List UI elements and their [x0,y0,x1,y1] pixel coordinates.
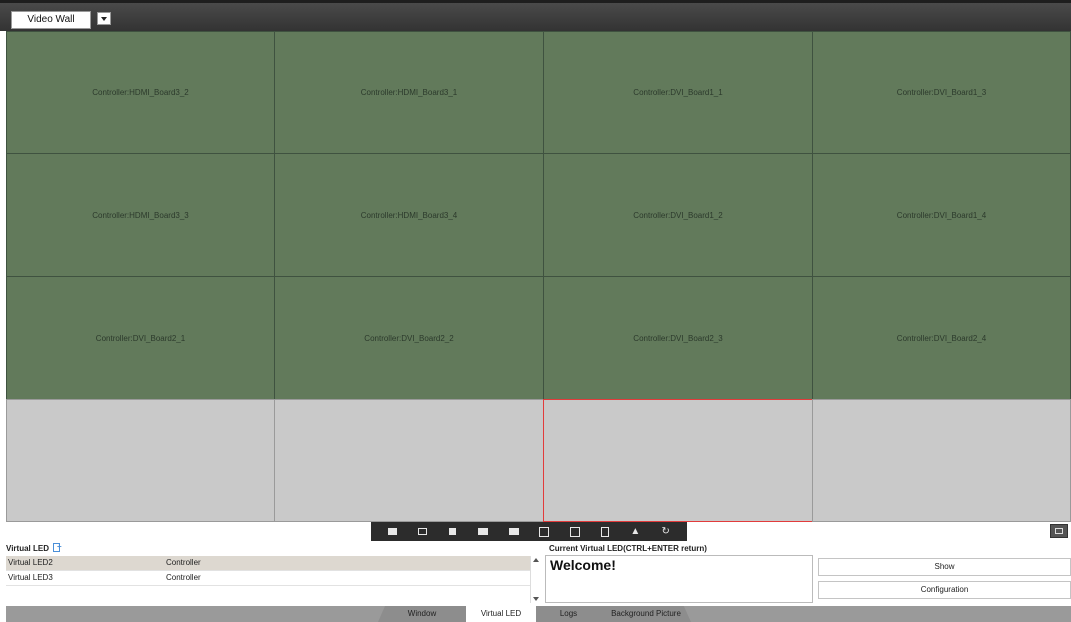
layers-icon[interactable] [446,526,460,538]
wall-cell[interactable]: Controller:DVI_Board1_1 [543,31,813,154]
screenshot-icon[interactable] [385,526,399,538]
configuration-button[interactable]: Configuration [818,581,1071,599]
wall-cell[interactable]: Controller:HDMI_Board3_2 [6,31,275,154]
wall-cell[interactable]: Controller:DVI_Board1_4 [812,153,1071,277]
virtual-led-list: Virtual LED2 Controller Virtual LED3 Con… [6,556,530,603]
wall-cell-selected[interactable] [543,399,813,522]
top-bar: Video Wall [0,0,1071,31]
wall-toolbar: ▲ ↻ [371,522,687,541]
tab-logs[interactable]: Logs [536,606,601,622]
video-wall-select[interactable]: Video Wall [11,11,91,29]
tab-bar: Window Virtual LED Logs Background Pictu… [6,606,1071,622]
split-icon[interactable] [537,526,551,538]
refresh-icon[interactable]: ↻ [659,526,673,538]
add-led-icon[interactable] [52,541,62,552]
virtual-led-title: Virtual LED [6,544,49,553]
tab-window[interactable]: Window [378,606,466,622]
wall-cell[interactable]: Controller:DVI_Board2_4 [812,276,1071,400]
wall-cell[interactable]: Controller:HDMI_Board3_4 [274,153,544,277]
virtual-led-header: Virtual LED [0,541,540,554]
wall-cell[interactable]: Controller:DVI_Board2_3 [543,276,813,400]
tab-background-picture[interactable]: Background Picture [601,606,691,622]
wall-cell[interactable]: Controller:HDMI_Board3_3 [6,153,275,277]
list-item[interactable]: Virtual LED2 Controller [6,556,530,571]
wall-cell[interactable]: Controller:DVI_Board1_2 [543,153,813,277]
led-text-field[interactable]: Welcome! [545,555,813,603]
wall-cell-empty[interactable] [6,399,275,522]
tab-virtual-led[interactable]: Virtual LED [466,606,536,622]
image-icon[interactable] [476,526,490,538]
copy-icon[interactable] [598,526,612,538]
picture-icon[interactable] [507,526,521,538]
scroll-up-icon[interactable] [533,558,539,562]
center-icon[interactable] [568,526,582,538]
led-type: Controller [166,573,201,582]
led-name: Virtual LED2 [8,558,53,567]
wall-cell[interactable]: Controller:DVI_Board2_1 [6,276,275,400]
scroll-down-icon[interactable] [533,597,539,601]
wall-cell[interactable]: Controller:DVI_Board2_2 [274,276,544,400]
chevron-down-icon[interactable] [97,12,111,25]
list-item[interactable]: Virtual LED3 Controller [6,571,530,586]
wall-cell[interactable]: Controller:DVI_Board1_3 [812,31,1071,154]
wall-cell-empty[interactable] [274,399,544,522]
led-type: Controller [166,558,201,567]
show-button[interactable]: Show [818,558,1071,576]
wall-cell[interactable]: Controller:HDMI_Board3_1 [274,31,544,154]
video-wall-grid: Controller:HDMI_Board3_2 Controller:HDMI… [6,31,1071,522]
led-name: Virtual LED3 [8,573,53,582]
fullscreen-icon[interactable] [1050,524,1068,538]
current-led-header: Current Virtual LED(CTRL+ENTER return) [545,543,1071,554]
list-scrollbar[interactable] [530,556,539,603]
window-icon[interactable] [416,526,430,538]
mirror-icon[interactable]: ▲ [628,526,642,538]
wall-cell-empty[interactable] [812,399,1071,522]
